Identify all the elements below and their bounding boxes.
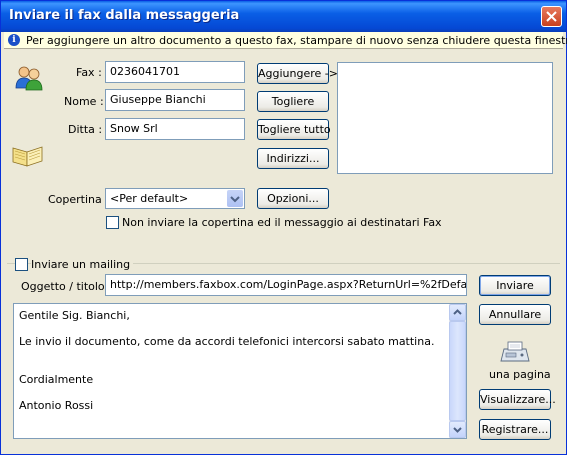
name-field[interactable]: Giuseppe Bianchi bbox=[105, 89, 245, 111]
scroll-down-button[interactable] bbox=[449, 421, 466, 438]
close-icon bbox=[546, 11, 557, 22]
close-button[interactable] bbox=[541, 6, 562, 27]
cover-dropdown-button[interactable] bbox=[227, 190, 243, 207]
info-text: Per aggiungere un altro documento a ques… bbox=[26, 34, 567, 47]
scroll-thumb[interactable] bbox=[449, 321, 466, 421]
contacts-icon bbox=[15, 66, 43, 91]
message-line: Cordialmente bbox=[19, 373, 94, 386]
send-button[interactable]: Inviare bbox=[479, 275, 551, 296]
add-recipient-button[interactable]: Aggiungere -> bbox=[257, 63, 338, 84]
name-label: Nome : bbox=[64, 95, 104, 108]
fax-label: Fax : bbox=[76, 66, 102, 79]
info-icon: i bbox=[8, 34, 20, 46]
mailing-checkbox[interactable] bbox=[15, 258, 28, 271]
address-book-icon bbox=[12, 146, 43, 167]
company-label: Ditta : bbox=[68, 123, 103, 136]
cancel-button[interactable]: Annullare bbox=[479, 304, 551, 325]
save-button[interactable]: Registrare... bbox=[479, 419, 551, 440]
message-line: Antonio Rossi bbox=[19, 399, 94, 412]
fax-number-field[interactable]: 0236041701 bbox=[105, 61, 245, 83]
mailing-label: Inviare un mailing bbox=[31, 258, 134, 271]
message-line: Le invio il documento, come da accordi t… bbox=[19, 335, 435, 348]
remove-all-button[interactable]: Togliere tutto bbox=[257, 119, 331, 140]
info-bar: i Per aggiungere un altro documento a qu… bbox=[4, 32, 567, 49]
scroll-up-button[interactable] bbox=[449, 304, 466, 321]
vertical-scrollbar[interactable] bbox=[449, 304, 466, 438]
chevron-down-icon bbox=[230, 196, 240, 203]
page-count-label: una pagina bbox=[489, 368, 551, 381]
addresses-button[interactable]: Indirizzi... bbox=[257, 148, 329, 169]
message-textarea[interactable]: Gentile Sig. Bianchi, Le invio il docume… bbox=[13, 303, 467, 439]
subject-field[interactable]: http://members.faxbox.com/LoginPage.aspx… bbox=[105, 274, 467, 296]
fax-machine-icon bbox=[500, 341, 530, 362]
no-cover-label: Non inviare la copertina ed il messaggio… bbox=[122, 216, 442, 229]
chevron-up-icon bbox=[453, 309, 462, 315]
cover-select[interactable]: <Per default> bbox=[105, 188, 245, 209]
message-line: Gentile Sig. Bianchi, bbox=[19, 309, 130, 322]
remove-recipient-button[interactable]: Togliere bbox=[257, 91, 329, 112]
chevron-down-icon bbox=[453, 427, 462, 433]
title-bar[interactable]: Inviare il fax dalla messaggeria bbox=[1, 1, 566, 32]
recipient-list[interactable] bbox=[337, 62, 553, 174]
subject-label: Oggetto / titolo : bbox=[21, 280, 112, 293]
no-cover-checkbox[interactable] bbox=[106, 216, 119, 229]
window-title: Inviare il fax dalla messaggeria bbox=[9, 8, 240, 23]
company-field[interactable]: Snow Srl bbox=[105, 118, 245, 140]
preview-button[interactable]: Visualizzare... bbox=[479, 389, 556, 410]
options-button[interactable]: Opzioni... bbox=[257, 188, 329, 209]
cover-label: Copertina : bbox=[48, 193, 109, 206]
cover-selected-value: <Per default> bbox=[110, 192, 189, 205]
fax-dialog-window: Inviare il fax dalla messaggeria i Per a… bbox=[0, 0, 567, 455]
